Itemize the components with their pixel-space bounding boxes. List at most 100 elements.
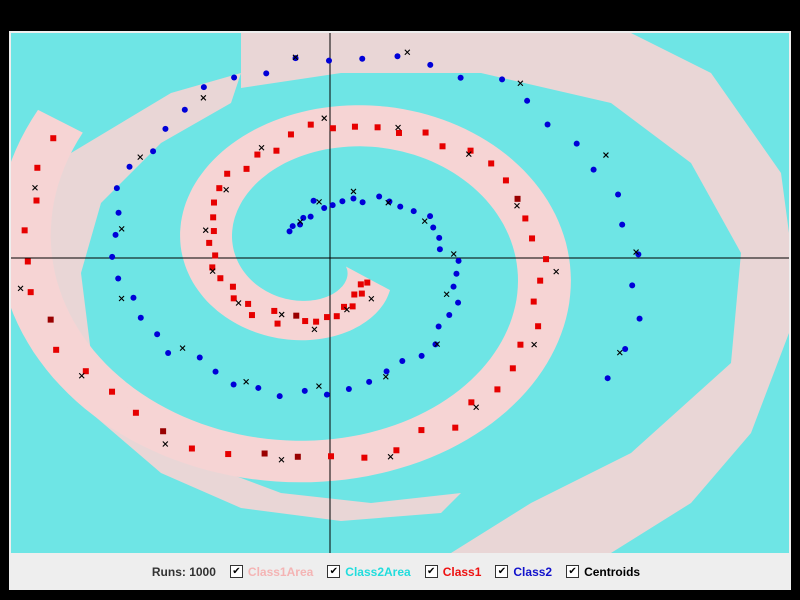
- class1-point: [361, 454, 368, 461]
- class2-point: [450, 283, 457, 290]
- class2-point: [436, 234, 443, 241]
- class2-point: [196, 354, 203, 361]
- class2-point: [397, 203, 404, 210]
- class1-point: [422, 129, 429, 136]
- toggle-centroids[interactable]: ✔ Centroids: [566, 565, 640, 579]
- class2-point: [137, 314, 144, 321]
- class2-point: [629, 282, 636, 289]
- class1-point: [248, 312, 255, 319]
- class2-point: [590, 166, 597, 173]
- class1-point: [188, 445, 195, 452]
- class1-point: [358, 290, 365, 297]
- class2-point: [430, 224, 437, 231]
- class1-point: [535, 323, 542, 330]
- legend-bar: Runs: 1000 ✔ Class1Area ✔ Class2Area ✔ C…: [9, 553, 791, 590]
- class1-point: [245, 300, 252, 307]
- class1-point: [418, 427, 425, 434]
- class1-point: [329, 125, 336, 132]
- class2-point: [115, 275, 122, 282]
- class2-point: [410, 208, 417, 215]
- class1-point: [522, 215, 529, 222]
- class1-point: [224, 170, 231, 177]
- class2-point: [154, 331, 161, 338]
- class1-point: [132, 409, 139, 416]
- class1-point: [494, 386, 501, 393]
- class1-point: [543, 256, 550, 263]
- class1-point: [502, 177, 509, 184]
- class1-point: [243, 165, 250, 172]
- class2-point: [359, 199, 366, 206]
- class2-point: [350, 195, 357, 202]
- class2-point: [446, 312, 453, 319]
- class2-point: [310, 197, 317, 204]
- class1-point: [33, 197, 40, 204]
- class2-point: [130, 294, 137, 301]
- class2-point: [200, 84, 207, 91]
- class1-point: [27, 289, 34, 296]
- class1-point: [349, 303, 356, 310]
- class2-point: [435, 323, 442, 330]
- class1-point: [210, 214, 217, 221]
- class2-point: [150, 148, 157, 155]
- class1-point: [34, 164, 41, 171]
- class2-label: Class2: [513, 564, 553, 579]
- class2-point: [399, 357, 406, 364]
- class2-point: [427, 213, 434, 220]
- class1-point: [212, 252, 219, 259]
- class1-point: [47, 316, 54, 323]
- class2-point: [636, 315, 643, 322]
- class2-point: [255, 384, 262, 391]
- toggle-class1[interactable]: ✔ Class1: [424, 565, 481, 579]
- class2-point: [323, 391, 330, 398]
- class1-point: [529, 235, 536, 242]
- class2-point: [524, 97, 531, 104]
- class2-point: [366, 378, 373, 385]
- class1-point: [328, 453, 335, 460]
- plot-canvas: [11, 33, 789, 553]
- class1-point: [393, 447, 400, 454]
- class2-point: [286, 228, 293, 235]
- class1-point: [21, 227, 28, 234]
- class2-area-checkbox[interactable]: ✔: [327, 565, 341, 578]
- class1-point: [333, 313, 340, 320]
- class1-area-checkbox[interactable]: ✔: [229, 565, 243, 578]
- area-texture: [11, 33, 789, 553]
- centroids-checkbox[interactable]: ✔: [566, 565, 580, 578]
- class2-point: [165, 349, 172, 356]
- class1-point: [261, 450, 268, 457]
- class1-point: [53, 346, 60, 353]
- class2-point: [162, 125, 169, 132]
- class2-point: [263, 70, 270, 77]
- class2-point: [212, 368, 219, 375]
- class2-point: [573, 140, 580, 147]
- class2-point: [289, 223, 296, 230]
- class2-point: [453, 270, 460, 277]
- class1-point: [509, 365, 516, 372]
- class1-point: [271, 307, 278, 314]
- class1-point: [287, 131, 294, 138]
- class1-point: [313, 318, 320, 325]
- runs-counter: Runs: 1000: [151, 564, 216, 579]
- class1-point: [254, 151, 261, 158]
- class2-point: [300, 214, 307, 221]
- class1-point: [293, 312, 300, 319]
- class1-checkbox[interactable]: ✔: [424, 565, 438, 578]
- class1-point: [210, 228, 217, 235]
- class2-point: [544, 121, 551, 128]
- toggle-class2-area[interactable]: ✔ Class2Area: [327, 565, 411, 579]
- class2-point: [301, 387, 308, 394]
- class2-point: [394, 53, 401, 60]
- class2-point: [126, 163, 133, 170]
- toggle-class1-area[interactable]: ✔ Class1Area: [229, 565, 313, 579]
- class1-point: [452, 424, 459, 431]
- toggle-class2[interactable]: ✔ Class2: [495, 565, 552, 579]
- class1-point: [537, 277, 544, 284]
- class2-checkbox[interactable]: ✔: [495, 565, 509, 578]
- class1-point: [294, 453, 301, 460]
- class2-point: [619, 221, 626, 228]
- class2-point: [436, 246, 443, 253]
- class2-point: [325, 57, 332, 64]
- class2-point: [622, 345, 629, 352]
- class1-point: [230, 295, 237, 302]
- class2-point: [427, 61, 434, 68]
